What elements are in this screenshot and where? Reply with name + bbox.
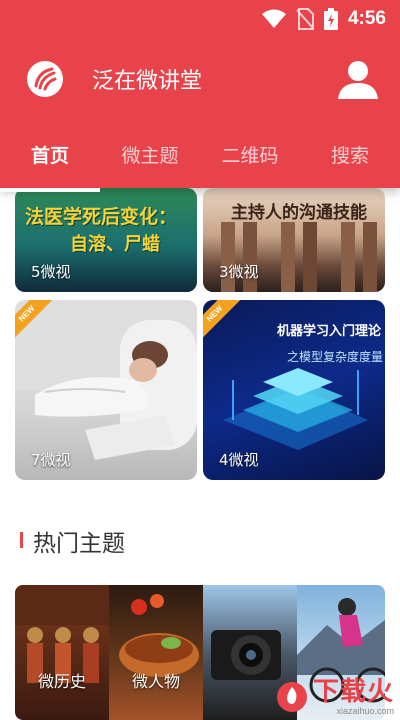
video-count: 7微视 bbox=[31, 451, 71, 469]
video-card-title: 机器学习入门理论 bbox=[277, 324, 382, 339]
section-accent-bar bbox=[20, 532, 23, 548]
user-profile-icon[interactable] bbox=[336, 57, 380, 101]
app-title: 泛在微讲堂 bbox=[92, 69, 203, 94]
theme-card-people[interactable]: 微人物 bbox=[109, 585, 203, 720]
video-card-host-skills[interactable]: 主持人的沟通技能 3微视 bbox=[203, 188, 385, 292]
video-card-forensic[interactable]: 法医学死后变化： 自溶、尸蜡 5微视 bbox=[15, 188, 197, 292]
tab-micro-topics[interactable]: 微主题 bbox=[100, 141, 200, 168]
watermark: 下载火 xiazaihuo.com bbox=[275, 678, 394, 716]
video-card-title: 主持人的沟通技能 bbox=[231, 203, 367, 223]
wifi-icon bbox=[261, 9, 286, 28]
tab-search[interactable]: 搜索 bbox=[300, 141, 400, 168]
section-title: 热门主题 bbox=[33, 531, 125, 557]
theme-card-history[interactable]: 微历史 bbox=[15, 585, 109, 720]
video-count: 5微视 bbox=[31, 263, 71, 281]
video-card-sleep[interactable]: NEW 7微视 bbox=[15, 300, 197, 480]
tab-bar: 首页 微主题 二维码 搜索 bbox=[0, 120, 400, 192]
video-count: 4微视 bbox=[219, 451, 259, 469]
tab-qr-code[interactable]: 二维码 bbox=[200, 141, 300, 168]
app-bar: 泛在微讲堂 bbox=[0, 38, 400, 120]
app-logo-icon bbox=[27, 61, 63, 97]
video-card-title: 法医学死后变化： bbox=[25, 206, 178, 228]
battery-charging-icon bbox=[323, 8, 338, 30]
app-header: 4:56 泛在微讲堂 首页 微主题 二维码 搜索 bbox=[0, 0, 400, 192]
video-card-subtitle: 之模型复杂度度量 bbox=[287, 350, 384, 364]
video-card-machine-learning[interactable]: NEW 机器学习入门理论 之模型复杂度度量 4微视 bbox=[203, 300, 385, 480]
watermark-text: 下载火 bbox=[312, 677, 394, 707]
no-sim-icon bbox=[296, 8, 314, 30]
tab-home[interactable]: 首页 bbox=[0, 141, 100, 168]
video-card-subtitle: 自溶、尸蜡 bbox=[70, 234, 160, 255]
status-bar: 4:56 bbox=[0, 0, 400, 38]
theme-label: 微历史 bbox=[37, 672, 86, 691]
watermark-logo-icon bbox=[276, 682, 307, 712]
figurines-image bbox=[15, 585, 109, 683]
watermark-url: xiazaihuo.com bbox=[336, 706, 394, 716]
food-bowl-image bbox=[119, 594, 199, 677]
tab-active-indicator bbox=[0, 188, 100, 192]
theme-label: 微人物 bbox=[131, 672, 180, 691]
status-time: 4:56 bbox=[347, 8, 386, 29]
video-count: 3微视 bbox=[219, 263, 259, 281]
